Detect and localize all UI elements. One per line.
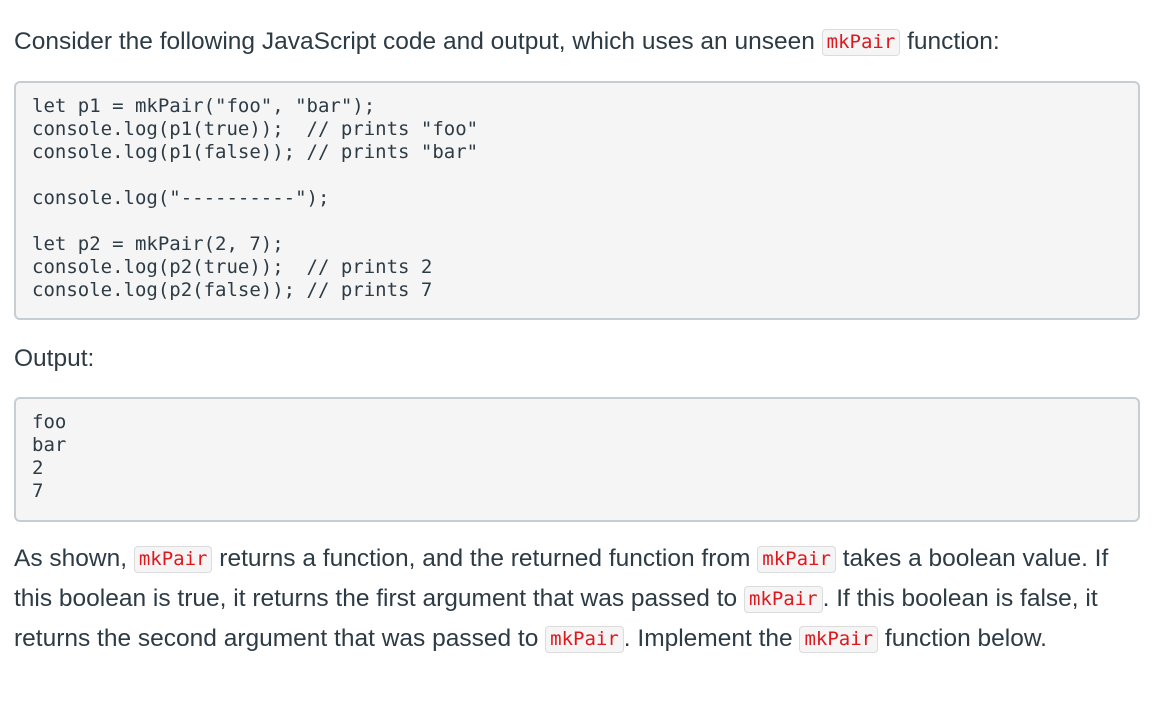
intro-text-after: function: [900,28,1000,55]
output-line: bar [32,434,67,456]
description-text: function below. [878,625,1047,652]
output-line: 7 [32,480,44,502]
code-line: console.log("----------"); [32,187,330,209]
code-line: let p1 = mkPair("foo", "bar"); [32,95,376,117]
inline-code-mkpair: mkPair [133,546,213,573]
code-line: console.log(p2(true)); // prints 2 [32,256,433,278]
output-line: foo [32,411,67,433]
inline-code-mkpair: mkPair [821,29,901,56]
inline-code-mkpair: mkPair [799,626,879,653]
output-line: 2 [32,457,44,479]
intro-paragraph: Consider the following JavaScript code a… [14,22,1000,62]
description-text: As shown, [14,545,134,572]
description-text: returns a function, and the returned fun… [212,545,758,572]
inline-code-mkpair: mkPair [545,626,624,653]
javascript-code-block: let p1 = mkPair("foo", "bar"); console.lo… [14,81,1140,320]
description-text: . Implement the [623,625,800,652]
code-line: console.log(p1(false)); // prints "bar" [32,141,479,163]
output-code-block: foo bar 2 7 [14,397,1140,522]
code-line: console.log(p1(true)); // prints "foo" [32,118,479,140]
output-label: Output: [14,345,95,372]
code-line: console.log(p2(false)); // prints 7 [32,279,433,301]
description-paragraph: As shown, mkPair returns a function, and… [14,539,1140,659]
intro-text-before: Consider the following JavaScript code a… [14,28,822,55]
inline-code-mkpair: mkPair [743,586,823,613]
code-line: let p2 = mkPair(2, 7); [32,233,284,255]
inline-code-mkpair: mkPair [757,546,836,573]
